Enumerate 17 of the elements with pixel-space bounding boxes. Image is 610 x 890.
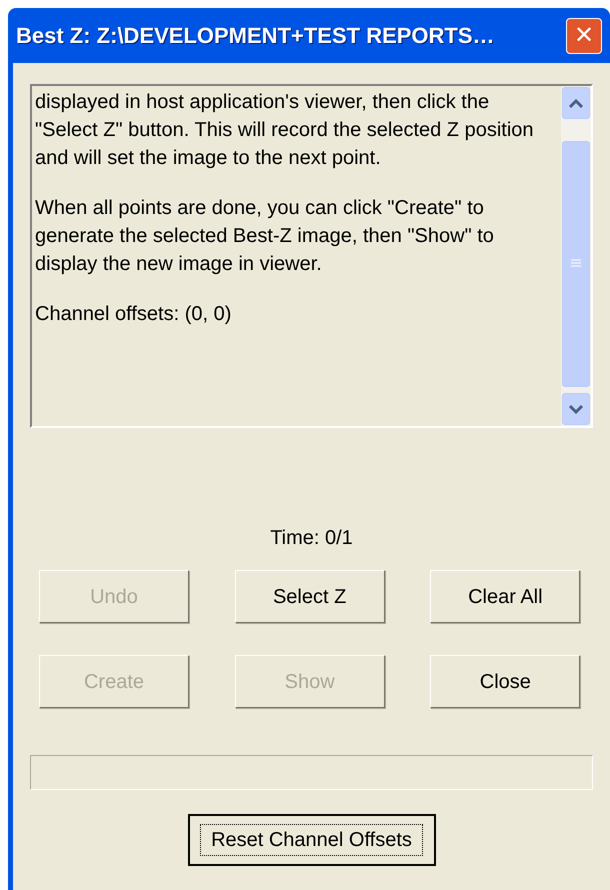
dialog-button[interactable]: Select Z	[234, 570, 385, 623]
grip-icon	[570, 259, 582, 269]
instruction-paragraph: When all points are done, you can click "Create" to generate the selected Best-Z image, then "Show" to display the new image in viewer.	[35, 196, 495, 277]
close-button[interactable]: ✕	[566, 18, 602, 54]
vertical-scrollbar[interactable]	[561, 86, 591, 426]
caret-down-icon	[569, 404, 583, 414]
caret-up-icon	[569, 98, 583, 108]
scrollbar-thumb[interactable]	[562, 141, 590, 387]
instruction-paragraph: displayed in host application's viewer, then click the "Select Z" button. This will record the selected Z position and will set the image to the next point.	[35, 90, 535, 171]
scroll-up-button[interactable]	[562, 87, 590, 119]
instruction-paragraph: Channel offsets: (0, 0)	[35, 302, 232, 327]
window-title: Best Z: Z:\DEVELOPMENT+TEST REPORTS…	[16, 22, 495, 50]
reset-channel-offsets-button[interactable]: Reset Channel Offsets	[188, 814, 436, 866]
scroll-down-button[interactable]	[562, 393, 590, 425]
dialog-button[interactable]: Clear All	[430, 570, 580, 623]
dialog-button[interactable]: Close	[430, 655, 580, 708]
time-label: Time: 0/1	[270, 526, 353, 550]
